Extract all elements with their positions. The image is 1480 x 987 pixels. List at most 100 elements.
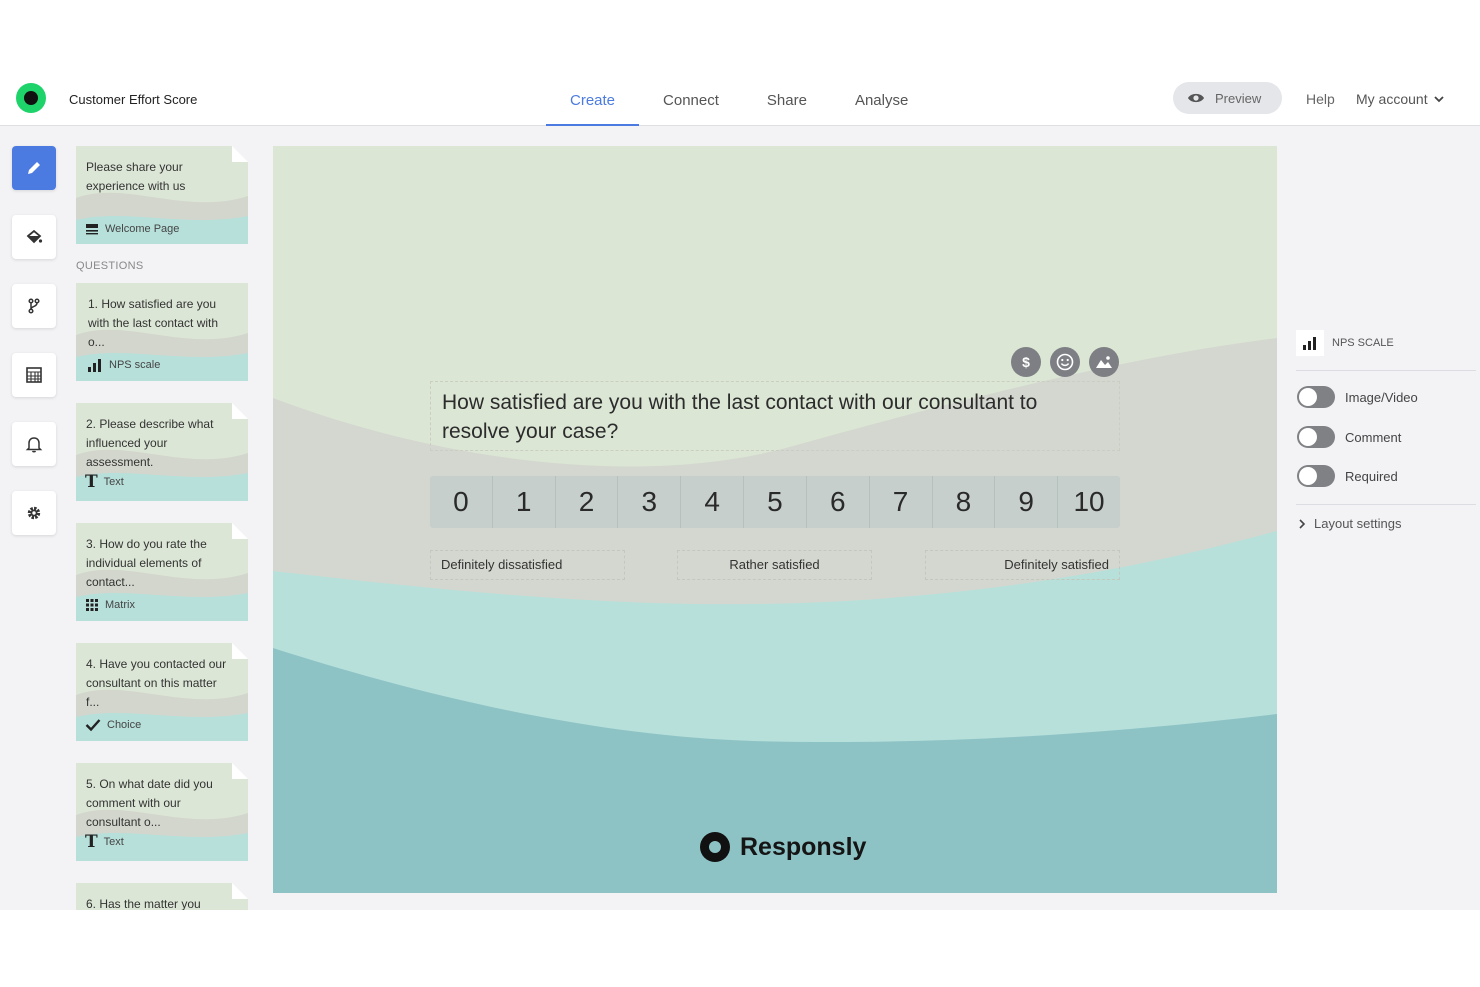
question-card-text: 2. Please describe what influenced your … xyxy=(86,417,214,469)
question-card-type-label: Text xyxy=(103,836,124,848)
nps-option-0[interactable]: 0 xyxy=(430,476,493,528)
gear-icon xyxy=(27,506,41,520)
question-card-type-label: Text xyxy=(103,476,124,488)
image-icon[interactable] xyxy=(1089,347,1119,377)
card-fold xyxy=(232,403,248,419)
welcome-type-label: Welcome Page xyxy=(105,223,180,235)
required-toggle[interactable] xyxy=(1297,465,1335,487)
rail-notifications-button[interactable] xyxy=(12,422,56,466)
question-card-text: 3. How do you rate the individual elemen… xyxy=(86,537,207,589)
question-card-type: Matrix xyxy=(85,598,135,612)
image-video-toggle[interactable] xyxy=(1297,386,1335,408)
top-bar: Customer Effort Score Create Connect Sha… xyxy=(0,72,1480,126)
nps-option-3[interactable]: 3 xyxy=(618,476,682,528)
card-fold xyxy=(232,763,248,779)
question-card-type: T Text xyxy=(85,832,124,852)
survey-canvas: $ How satisfied are you with the last co… xyxy=(273,146,1277,893)
question-card-text: 1. How satisfied are you with the last c… xyxy=(88,297,219,349)
question-type-label: NPS SCALE xyxy=(1332,337,1394,349)
main-tabs: Create Connect Share Analyse xyxy=(546,72,932,126)
rail-calculator-button[interactable] xyxy=(12,353,56,397)
comment-toggle-row: Comment xyxy=(1297,426,1401,448)
nps-option-10[interactable]: 10 xyxy=(1058,476,1120,528)
required-label: Required xyxy=(1345,468,1398,484)
welcome-page-card[interactable]: Please share your experience with us Wel… xyxy=(76,146,248,244)
bar-chart-icon xyxy=(1296,330,1324,356)
question-type-header: NPS SCALE xyxy=(1296,330,1394,356)
text-icon: T xyxy=(85,472,98,492)
brand-name: Responsly xyxy=(740,832,867,861)
media-icons: $ xyxy=(1011,347,1119,377)
layout-settings-label: Layout settings xyxy=(1314,516,1402,531)
app-logo[interactable] xyxy=(16,83,46,113)
card-fold xyxy=(232,523,248,539)
check-icon xyxy=(85,719,101,732)
question-card-type: T Text xyxy=(85,472,124,492)
tab-create[interactable]: Create xyxy=(546,72,640,126)
question-card-text: 6. Has the matter you xyxy=(86,897,201,910)
tab-analyse[interactable]: Analyse xyxy=(831,72,932,126)
question-card-type: Choice xyxy=(85,718,141,732)
comment-label: Comment xyxy=(1345,429,1402,445)
required-toggle-row: Required xyxy=(1297,465,1398,487)
nps-option-5[interactable]: 5 xyxy=(744,476,807,528)
question-card-6[interactable]: 6. Has the matter you xyxy=(76,883,248,910)
question-card-2[interactable]: 2. Please describe what influenced your … xyxy=(76,403,248,501)
question-card-1[interactable]: 1. How satisfied are you with the last c… xyxy=(76,283,248,381)
grid-icon xyxy=(86,599,98,611)
nps-scale: 0 1 2 3 4 5 6 7 8 9 10 xyxy=(430,476,1120,528)
questions-heading: QUESTIONS xyxy=(76,260,144,272)
tab-connect[interactable]: Connect xyxy=(639,72,743,126)
question-text[interactable]: How satisfied are you with the last cont… xyxy=(430,381,1120,451)
panel-divider xyxy=(1296,504,1476,505)
nps-option-4[interactable]: 4 xyxy=(681,476,745,528)
card-fold xyxy=(232,146,248,162)
question-card-text: 4. Have you contacted our consultant on … xyxy=(86,657,227,709)
rail-settings-button[interactable] xyxy=(12,491,56,535)
question-card-text: 5. On what date did you comment with our… xyxy=(86,777,213,829)
monitor-icon xyxy=(86,224,98,235)
properties-panel: NPS SCALE Image/Video Comment Required L… xyxy=(1296,72,1476,910)
card-fold xyxy=(232,643,248,659)
preview-label: Preview xyxy=(1215,90,1262,106)
panel-divider xyxy=(1296,370,1476,371)
layout-settings-toggle[interactable]: Layout settings xyxy=(1298,516,1401,531)
dollar-icon[interactable]: $ xyxy=(1011,347,1041,377)
question-card-4[interactable]: 4. Have you contacted our consultant on … xyxy=(76,643,248,741)
scale-label-right[interactable]: Definitely satisfied xyxy=(925,550,1120,580)
question-card-type-label: NPS scale xyxy=(109,359,161,371)
preview-button[interactable]: Preview xyxy=(1173,82,1282,114)
brand-logo: Responsly xyxy=(700,832,866,862)
calculator-icon xyxy=(26,367,42,383)
card-fold xyxy=(232,883,248,899)
welcome-type: Welcome Page xyxy=(85,223,179,235)
question-card-type-label: Choice xyxy=(107,719,142,731)
nps-option-2[interactable]: 2 xyxy=(555,476,619,528)
image-video-label: Image/Video xyxy=(1345,389,1418,405)
rail-design-button[interactable] xyxy=(12,215,56,259)
bell-icon xyxy=(25,437,43,453)
bar-chart-icon xyxy=(88,359,101,372)
paint-bucket-icon xyxy=(26,229,43,244)
rail-edit-button[interactable] xyxy=(12,146,56,190)
question-card-5[interactable]: 5. On what date did you comment with our… xyxy=(76,763,248,861)
question-card-type-label: Matrix xyxy=(105,599,135,611)
welcome-text: Please share your experience with us xyxy=(86,160,186,193)
nps-option-8[interactable]: 8 xyxy=(932,476,996,528)
branch-icon xyxy=(28,298,40,314)
comment-toggle[interactable] xyxy=(1297,426,1335,448)
image-video-toggle-row: Image/Video xyxy=(1297,386,1418,408)
nps-option-9[interactable]: 9 xyxy=(995,476,1059,528)
nps-option-1[interactable]: 1 xyxy=(492,476,556,528)
nps-option-7[interactable]: 7 xyxy=(869,476,933,528)
rail-logic-button[interactable] xyxy=(12,284,56,328)
tab-share[interactable]: Share xyxy=(743,72,831,126)
scale-label-left[interactable]: Definitely dissatisfied xyxy=(430,550,625,580)
survey-title: Customer Effort Score xyxy=(69,92,198,107)
scale-label-middle[interactable]: Rather satisfied xyxy=(677,550,872,580)
text-icon: T xyxy=(85,832,98,852)
smiley-icon[interactable] xyxy=(1050,347,1080,377)
question-card-3[interactable]: 3. How do you rate the individual elemen… xyxy=(76,523,248,621)
nps-option-6[interactable]: 6 xyxy=(806,476,870,528)
chevron-right-icon xyxy=(1299,518,1306,529)
